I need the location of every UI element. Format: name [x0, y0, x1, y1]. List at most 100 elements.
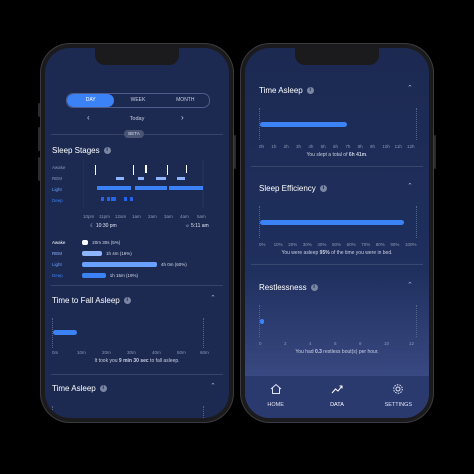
phone-right: Time Asleep i ⌃ 0h 1h 2h 3h 4h 5h 6h 7h 8h 9h 10h 11… [240, 43, 436, 423]
side-button [38, 103, 40, 117]
divider [251, 166, 423, 167]
ef-x-tick: 90% [390, 242, 400, 247]
stages-x-tick: 11pm [99, 214, 110, 219]
nav-home[interactable]: HOME [245, 376, 306, 418]
fall-asleep-x-tick: 30m [127, 350, 136, 355]
tab-week[interactable]: WEEK [114, 94, 161, 107]
tab-month[interactable]: MONTH [162, 94, 209, 107]
info-icon[interactable]: i [306, 87, 314, 95]
efficiency-summary: You were asleep 95% of the time you were… [245, 250, 429, 256]
summary-text: of the time you were in bed. [329, 250, 393, 256]
ef-x-tick: 50% [332, 242, 342, 247]
side-button [434, 135, 436, 169]
summary-value: 0.3 [314, 349, 322, 355]
time-asleep-x-axis: 0h 1h 2h 3h 4h 5h 6h 7h 8h 9h 10h 11h 12h [259, 144, 419, 150]
stage-breakdown: Awake 20m 30s (5%) REM 1h 4m (16%) Light 4h 0… [52, 238, 222, 282]
nav-settings[interactable]: SETTINGS [368, 376, 429, 418]
ef-x-tick: 80% [375, 242, 385, 247]
hypnogram-awake [95, 165, 187, 175]
info-icon[interactable]: i [123, 297, 131, 305]
fall-asleep-x-tick: 20m [102, 350, 111, 355]
summary-text: to fall asleep. [148, 358, 180, 364]
nav-settings-label: SETTINGS [384, 402, 413, 408]
stage-breakdown-row: REM 1h 4m (16%) [52, 249, 222, 260]
stage-breakdown-label: Light [52, 262, 62, 267]
rs-x-tick: 2 [284, 341, 287, 346]
ta-x-tick: 9h [370, 144, 376, 149]
ta-x-tick: 4h [308, 144, 314, 149]
stage-label-awake: Awake [52, 165, 66, 170]
divider [51, 374, 223, 375]
time-asleep-summary: You slept a total of 6h 41m. [245, 152, 429, 158]
stages-x-tick: 12am [115, 214, 127, 219]
collapse-chevron-icon[interactable]: ⌃ [210, 294, 216, 302]
ta-x-tick: 10h [382, 144, 390, 149]
rs-x-tick: 10 [384, 341, 390, 346]
stage-breakdown-row: Deep 1h 15m (19%) [52, 271, 222, 282]
side-button [38, 157, 40, 181]
stages-x-tick: 10pm [83, 214, 95, 219]
ef-x-tick: 100% [405, 242, 417, 247]
nav-data[interactable]: DATA [306, 376, 367, 418]
info-icon[interactable]: i [103, 147, 111, 155]
ta-x-tick: 0h [259, 144, 265, 149]
restlessness-chart [259, 305, 417, 337]
hypnogram-light [97, 186, 203, 190]
left-screen: DAY WEEK MONTH ‹ Today › BETA Sleep Stag… [45, 48, 229, 418]
wake-time-value: 5:11 am [190, 223, 209, 229]
ta-x-tick: 6h [333, 144, 339, 149]
stage-breakdown-bar [82, 262, 157, 267]
rs-x-tick: 6 [334, 341, 337, 346]
ef-x-tick: 40% [317, 242, 327, 247]
ta-x-tick: 7h [345, 144, 351, 149]
stage-breakdown-bar [82, 240, 89, 245]
collapse-chevron-icon[interactable]: ⌃ [407, 182, 413, 190]
chart-icon [331, 385, 343, 394]
stage-breakdown-label: REM [52, 251, 62, 256]
sleep-stages-title: Sleep Stages i [52, 146, 111, 155]
time-asleep-label: Time Asleep [52, 384, 96, 393]
stage-breakdown-value: 4h 0m (60%) [161, 262, 187, 267]
wake-time: ☼ 5:11 am [185, 223, 209, 229]
info-icon[interactable]: i [310, 284, 318, 292]
time-asleep-chart [259, 108, 417, 140]
rs-x-tick: 4 [309, 341, 312, 346]
right-screen: Time Asleep i ⌃ 0h 1h 2h 3h 4h 5h 6h 7h 8h 9h 10h 11… [245, 48, 429, 418]
ef-x-tick: 30% [302, 242, 312, 247]
summary-value: 95% [319, 250, 330, 256]
tab-day[interactable]: DAY [67, 94, 115, 107]
collapse-chevron-icon[interactable]: ⌃ [210, 382, 216, 390]
collapse-chevron-icon[interactable]: ⌃ [407, 281, 413, 289]
ta-x-tick: 2h [283, 144, 289, 149]
collapse-chevron-icon[interactable]: ⌃ [407, 84, 413, 92]
nav-home-label: HOME [267, 402, 284, 408]
rs-x-tick: 0 [259, 341, 262, 346]
summary-text: restless bout(s) per hour. [321, 349, 379, 355]
range-tabs: DAY WEEK MONTH [66, 93, 210, 108]
bottom-nav: HOME DATA SETTINGS [245, 376, 429, 418]
fall-asleep-x-tick: 10m [77, 350, 86, 355]
fall-asleep-bar [53, 330, 77, 335]
fall-asleep-label: Time to Fall Asleep [52, 296, 120, 305]
ef-x-tick: 70% [361, 242, 371, 247]
info-icon[interactable]: i [99, 385, 107, 393]
stages-x-tick: 2am [148, 214, 157, 219]
stages-x-tick: 1am [132, 214, 141, 219]
stages-x-tick: 5am [197, 214, 206, 219]
sleep-stages-label: Sleep Stages [52, 146, 100, 155]
next-day-button[interactable]: › [181, 113, 184, 122]
info-icon[interactable]: i [319, 185, 327, 193]
hypnogram [83, 160, 204, 208]
stage-breakdown-label: Deep [52, 273, 63, 278]
restlessness-bar [260, 319, 264, 324]
efficiency-label: Sleep Efficiency [259, 184, 316, 193]
time-asleep-title-left: Time Asleep i [52, 384, 107, 393]
bed-time-value: 10:30 pm [95, 223, 117, 229]
ta-x-tick: 5h [320, 144, 326, 149]
divider [251, 264, 423, 265]
stage-breakdown-value: 20m 30s (5%) [92, 240, 121, 245]
time-asleep-bar [260, 122, 347, 127]
ef-x-tick: 60% [346, 242, 356, 247]
phone-left: DAY WEEK MONTH ‹ Today › BETA Sleep Stag… [38, 43, 236, 423]
ef-x-tick: 10% [273, 242, 283, 247]
